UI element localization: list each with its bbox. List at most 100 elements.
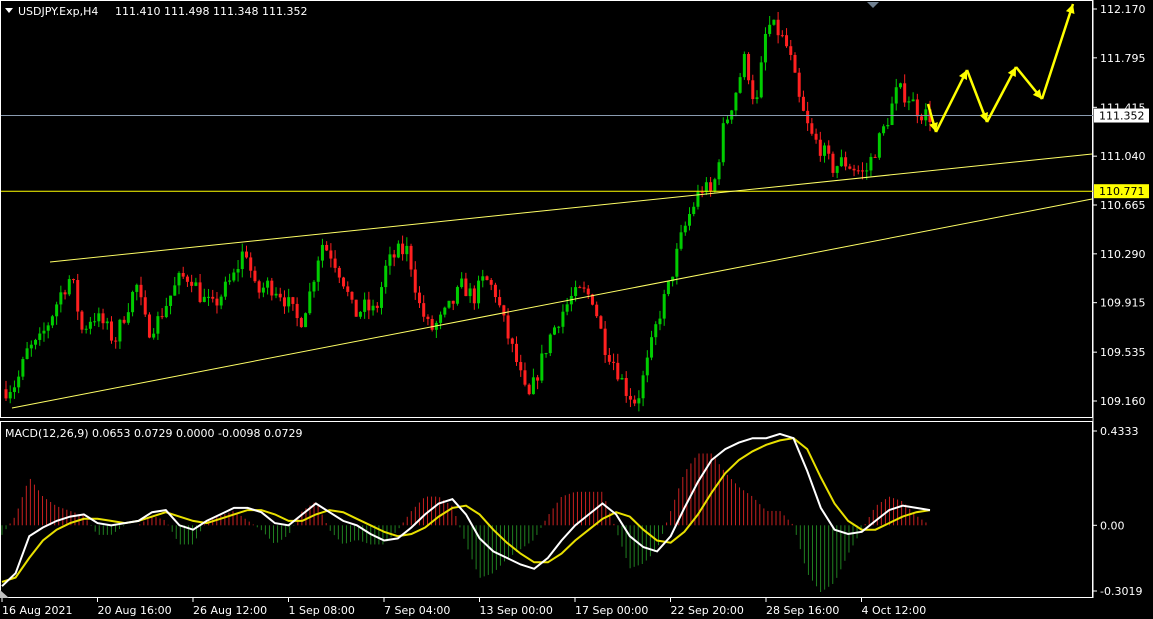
candle-body xyxy=(595,304,599,317)
candle-body xyxy=(88,321,92,329)
candle-body xyxy=(266,280,270,288)
candle-body xyxy=(320,244,324,261)
candle-body xyxy=(240,251,244,270)
candle-body xyxy=(574,287,578,296)
candle-body xyxy=(780,35,784,37)
candle-body xyxy=(228,280,232,282)
candle-body xyxy=(63,292,67,295)
candle-body xyxy=(282,297,286,307)
candle-body xyxy=(118,319,122,342)
candle-body xyxy=(80,311,84,330)
candle-body xyxy=(692,206,696,215)
candle-body xyxy=(527,384,531,395)
candle-body xyxy=(430,318,434,330)
candle-body xyxy=(12,387,16,393)
candle-body xyxy=(493,284,497,298)
dropdown-triangle-icon[interactable] xyxy=(5,8,13,13)
candle-body xyxy=(25,348,29,360)
candle-body xyxy=(160,316,164,318)
candle-body xyxy=(911,99,915,102)
candle-body xyxy=(67,279,71,295)
candle-body xyxy=(502,305,506,316)
corner-triangle-icon xyxy=(0,590,9,598)
candle-body xyxy=(198,282,202,302)
candle-body xyxy=(882,126,886,134)
candle-body xyxy=(363,299,367,312)
candle-body xyxy=(422,303,426,317)
candle-body xyxy=(97,313,101,322)
candle-body xyxy=(603,328,607,356)
candle-body xyxy=(869,156,873,171)
candle-body xyxy=(793,54,797,73)
candle-body xyxy=(21,359,25,377)
candle-body xyxy=(865,170,869,172)
candle-body xyxy=(472,288,476,304)
candle-body xyxy=(122,319,126,323)
candle-body xyxy=(818,139,822,156)
candle-body xyxy=(742,54,746,78)
candle-body xyxy=(713,179,717,191)
candle-body xyxy=(810,123,814,134)
candle-body xyxy=(839,157,843,167)
candle-body xyxy=(806,110,810,124)
candle-body xyxy=(17,376,21,388)
candle-body xyxy=(93,321,97,323)
candle-body xyxy=(704,182,708,193)
time-tick-label: 16 Aug 2021 xyxy=(2,604,72,617)
candle-body xyxy=(700,191,704,193)
candle-body xyxy=(215,298,219,306)
candle-body xyxy=(46,325,50,331)
candle-body xyxy=(202,296,206,302)
time-tick-label: 7 Sep 04:00 xyxy=(384,604,450,617)
candle-body xyxy=(835,166,839,173)
candle-body xyxy=(848,166,852,169)
shift-marker-icon[interactable] xyxy=(867,2,879,8)
price-tick-label: 109.915 xyxy=(1100,297,1146,310)
chart-ohlc: 111.410 111.498 111.348 111.352 xyxy=(115,5,307,18)
candle-body xyxy=(194,282,198,286)
candle-body xyxy=(464,278,468,297)
time-tick-label: 22 Sep 20:00 xyxy=(671,604,744,617)
price-chart[interactable]: 112.170111.795111.415111.040110.665110.2… xyxy=(0,0,1153,619)
candle-body xyxy=(540,353,544,381)
candle-body xyxy=(831,153,835,173)
candle-body xyxy=(498,297,502,306)
candle-body xyxy=(384,265,388,288)
candle-body xyxy=(34,339,38,345)
candle-body xyxy=(907,101,911,103)
candle-body xyxy=(143,297,147,315)
candle-body xyxy=(561,311,565,327)
candle-body xyxy=(413,269,417,293)
candle-body xyxy=(211,296,215,299)
candle-body xyxy=(823,145,827,156)
candle-body xyxy=(236,269,240,273)
candle-body xyxy=(725,119,729,124)
candle-body xyxy=(409,245,413,270)
candle-body xyxy=(844,157,848,167)
candle-body xyxy=(658,318,662,325)
candle-body xyxy=(156,316,160,334)
candle-body xyxy=(223,281,227,297)
candle-body xyxy=(59,292,63,305)
candle-body xyxy=(312,281,316,292)
candle-body xyxy=(354,299,358,317)
candle-body xyxy=(126,312,130,323)
candle-body xyxy=(679,232,683,249)
candle-body xyxy=(8,392,12,399)
price-tick-label: 110.665 xyxy=(1100,199,1146,212)
candle-body xyxy=(270,280,274,296)
candle-body xyxy=(666,281,670,295)
candle-body xyxy=(582,287,586,289)
candle-body xyxy=(898,83,902,88)
candle-body xyxy=(827,145,831,154)
time-tick-label: 26 Aug 12:00 xyxy=(193,604,267,617)
candle-body xyxy=(633,399,637,404)
projection-arrow-line xyxy=(1040,3,1075,100)
candle-body xyxy=(291,297,295,304)
candle-body xyxy=(169,295,173,306)
price-tick-label: 111.040 xyxy=(1100,150,1146,163)
candle-body xyxy=(468,288,472,297)
candle-body xyxy=(295,303,299,319)
time-tick-label: 17 Sep 00:00 xyxy=(575,604,648,617)
projection-arrow-line xyxy=(934,69,969,133)
